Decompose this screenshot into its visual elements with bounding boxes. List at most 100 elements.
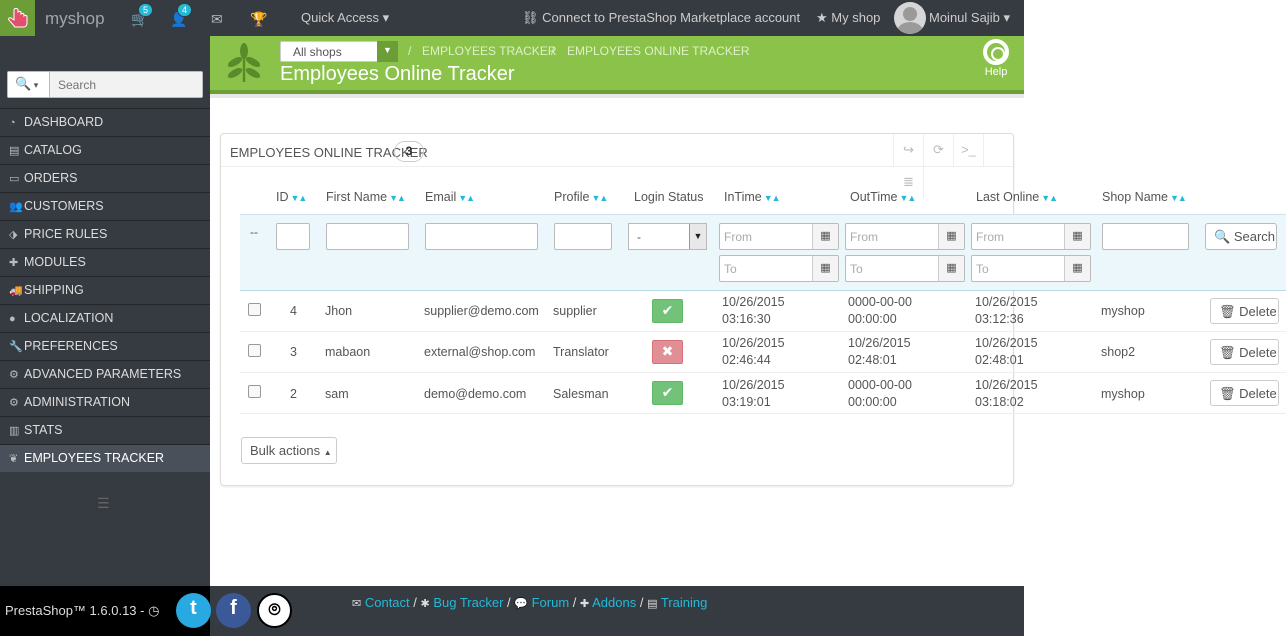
search-type-button[interactable]: 🔍 ▾ xyxy=(8,72,50,97)
sort-arrows-icon[interactable]: ▼▲ xyxy=(458,193,475,203)
sidebar-item-modules[interactable]: ✚ MODULES xyxy=(0,248,210,276)
addons-link[interactable]: Addons xyxy=(592,595,636,610)
breadcrumb-item-1[interactable]: EMPLOYEES TRACKER xyxy=(422,44,556,58)
twitter-icon[interactable]: t xyxy=(176,593,211,628)
sidebar-item-employees-tracker[interactable]: ❦ EMPLOYEES TRACKER xyxy=(0,444,210,472)
delete-button[interactable]: 🗑 Delete xyxy=(1210,380,1279,406)
prestashop-logo[interactable] xyxy=(0,0,35,36)
calendar-icon[interactable]: ▦ xyxy=(812,224,838,249)
sidebar-item-dashboard[interactable]: ◔ DASHBOARD xyxy=(0,108,210,136)
shop-selector[interactable]: All shops ▼ xyxy=(280,41,398,62)
forum-link[interactable]: Forum xyxy=(532,595,570,610)
column-header-email[interactable]: Email ▼▲ xyxy=(425,190,475,204)
shop-name[interactable]: myshop xyxy=(45,9,105,29)
bug-tracker-link[interactable]: Bug Tracker xyxy=(433,595,503,610)
quick-access-dropdown[interactable]: Quick Access ▾ xyxy=(301,10,389,26)
help-button[interactable]: Help xyxy=(980,39,1012,78)
customers-user-icon[interactable]: 👤 4 xyxy=(170,3,193,28)
footer-links: ✉ Contact / ✱ Bug Tracker / 💬 Forum / ✚ … xyxy=(352,595,708,610)
filter-first-name-input[interactable] xyxy=(326,223,409,250)
column-header-in-time[interactable]: InTime ▼▲ xyxy=(724,190,781,204)
breadcrumb-item-2[interactable]: EMPLOYEES ONLINE TRACKER xyxy=(567,44,750,58)
sql-terminal-icon[interactable]: >_ xyxy=(954,134,984,166)
sidebar-item-stats[interactable]: ▥ STATS xyxy=(0,416,210,444)
refresh-icon[interactable]: ⟳ xyxy=(924,134,954,166)
filter-last-online-to[interactable]: To ▦ xyxy=(971,255,1091,282)
cell-in-time: 10/26/2015 03:19:01 xyxy=(722,377,785,411)
trash-icon: 🗑 xyxy=(1219,304,1236,319)
training-link[interactable]: Training xyxy=(661,595,707,610)
calendar-icon[interactable]: ▦ xyxy=(938,224,964,249)
sidebar-item-preferences[interactable]: 🔧PREFERENCES xyxy=(0,332,210,360)
sidebar-item-customers[interactable]: 👥CUSTOMERS xyxy=(0,192,210,220)
row-checkbox[interactable] xyxy=(248,344,261,357)
column-header-last-online[interactable]: Last Online ▼▲ xyxy=(976,190,1058,204)
cogs-icon: ⚙ xyxy=(9,369,19,381)
column-header-out-time[interactable]: OutTime ▼▲ xyxy=(850,190,916,204)
filter-in-time-from[interactable]: From ▦ xyxy=(719,223,839,250)
date-text: 0000-00-00 xyxy=(848,295,912,309)
sort-arrows-icon[interactable]: ▼▲ xyxy=(291,193,308,203)
my-shop-link[interactable]: ★ My shop xyxy=(816,10,880,26)
column-label: ID xyxy=(276,190,289,204)
sort-arrows-icon[interactable]: ▼▲ xyxy=(1041,193,1058,203)
sidebar-item-price-rules[interactable]: ⬗ PRICE RULES xyxy=(0,220,210,248)
trash-icon: 🗑 xyxy=(1219,345,1236,360)
time-text: 02:48:01 xyxy=(848,353,897,367)
delete-button[interactable]: 🗑 Delete xyxy=(1210,298,1279,324)
sidebar-item-label: STATS xyxy=(24,423,63,437)
export-share-icon[interactable]: ↪ xyxy=(894,134,924,166)
filter-id-input[interactable] xyxy=(276,223,310,250)
messages-envelope-icon[interactable]: ✉ xyxy=(211,11,223,28)
sidebar: 🔍 ▾ ◔ DASHBOARD ▤ CATALOG ▭ ORDERS 👥CUSTOME… xyxy=(0,36,210,586)
collapse-menu-icon[interactable]: ☰ xyxy=(97,495,110,512)
date-text: 10/26/2015 xyxy=(975,295,1038,309)
facebook-icon[interactable]: f xyxy=(216,593,251,628)
filter-last-online-from[interactable]: From ▦ xyxy=(971,223,1091,250)
calendar-icon[interactable]: ▦ xyxy=(1064,224,1090,249)
delete-button[interactable]: 🗑 Delete xyxy=(1210,339,1279,365)
orders-cart-icon[interactable]: 🛒 5 xyxy=(131,3,154,28)
filter-profile-input[interactable] xyxy=(554,223,612,250)
trophy-icon[interactable]: 🏆 xyxy=(250,11,267,28)
sidebar-item-catalog[interactable]: ▤ CATALOG xyxy=(0,136,210,164)
filter-login-status-select[interactable]: - ▼ xyxy=(628,223,707,250)
column-header-id[interactable]: ID ▼▲ xyxy=(276,190,308,204)
column-header-first-name[interactable]: First Name ▼▲ xyxy=(326,190,406,204)
module-leaf-icon xyxy=(227,43,261,82)
contact-link[interactable]: Contact xyxy=(365,595,410,610)
calendar-icon[interactable]: ▦ xyxy=(812,256,838,281)
sidebar-item-shipping[interactable]: 🚚SHIPPING xyxy=(0,276,210,304)
filter-out-time-to[interactable]: To ▦ xyxy=(845,255,965,282)
calendar-icon[interactable]: ▦ xyxy=(938,256,964,281)
filter-search-button[interactable]: 🔍 Search xyxy=(1205,223,1277,250)
avatar[interactable] xyxy=(894,2,926,34)
marketplace-connect-link[interactable]: ⛓ Connect to PrestaShop Marketplace acco… xyxy=(522,10,800,26)
filter-out-time-from[interactable]: From ▦ xyxy=(845,223,965,250)
column-header-profile[interactable]: Profile ▼▲ xyxy=(554,190,608,204)
filter-email-input[interactable] xyxy=(425,223,538,250)
sidebar-item-advanced-parameters[interactable]: ⚙ ADVANCED PARAMETERS xyxy=(0,360,210,388)
sort-arrows-icon[interactable]: ▼▲ xyxy=(764,193,781,203)
calendar-icon[interactable]: ▦ xyxy=(1064,256,1090,281)
filter-shop-name-input[interactable] xyxy=(1102,223,1189,250)
search-input[interactable] xyxy=(50,72,202,97)
bulk-actions-button[interactable]: Bulk actions ▲ xyxy=(241,437,337,464)
sidebar-item-localization[interactable]: ● LOCALIZATION xyxy=(0,304,210,332)
caret-down-icon: ▾ xyxy=(31,80,39,90)
github-icon[interactable]: ⌾ xyxy=(257,593,292,628)
row-checkbox[interactable] xyxy=(248,385,261,398)
cell-shop-name: shop2 xyxy=(1101,345,1136,359)
leaf-icon: ❦ xyxy=(9,453,19,465)
sort-arrows-icon[interactable]: ▼▲ xyxy=(899,193,916,203)
sort-arrows-icon[interactable]: ▼▲ xyxy=(389,193,406,203)
filter-in-time-to[interactable]: To ▦ xyxy=(719,255,839,282)
sort-arrows-icon[interactable]: ▼▲ xyxy=(1170,193,1187,203)
employee-menu[interactable]: Moinul Sajib ▾ xyxy=(929,10,1010,26)
sort-arrows-icon[interactable]: ▼▲ xyxy=(591,193,608,203)
clock-icon[interactable]: ◷ xyxy=(148,603,159,618)
sidebar-item-administration[interactable]: ⚙ ADMINISTRATION xyxy=(0,388,210,416)
sidebar-item-orders[interactable]: ▭ ORDERS xyxy=(0,164,210,192)
row-checkbox[interactable] xyxy=(248,303,261,316)
column-header-shop-name[interactable]: Shop Name ▼▲ xyxy=(1102,190,1187,204)
